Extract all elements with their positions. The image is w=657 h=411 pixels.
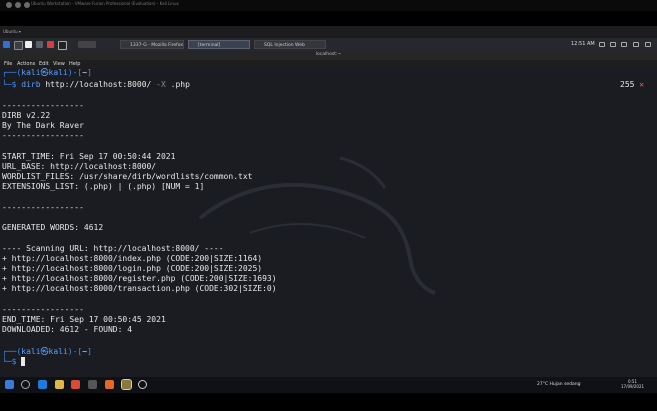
exit-fail-icon: ✕: [639, 80, 645, 89]
edge-icon[interactable]: [38, 380, 47, 389]
zoom-dot-icon[interactable]: [24, 2, 30, 8]
terminal-menu-bar: File Actions Edit View Help: [0, 60, 657, 68]
prompt-user: kali: [21, 347, 41, 356]
vm-window-title: Ubuntu Workstation - VMware Fusion Profe…: [31, 1, 179, 6]
volume-icon[interactable]: [610, 42, 616, 47]
prompt-user: kali: [21, 68, 41, 77]
text-editor-icon[interactable]: [58, 41, 67, 50]
settings-icon[interactable]: [138, 380, 147, 389]
store-icon[interactable]: [88, 380, 97, 389]
terminal-title-bar: localhost:~: [0, 51, 657, 60]
prompt-line-top: ┌──(kali㉿kali)-[~]: [2, 68, 92, 77]
terminal-launcher-icon[interactable]: [36, 41, 43, 48]
prompt-host: kali: [48, 347, 68, 356]
task-label: [terminal]: [198, 43, 221, 48]
prompt-line-top: ┌──(kali㉿kali)-[~]: [2, 347, 92, 356]
menu-actions[interactable]: Actions: [17, 61, 35, 67]
downloaded-summary: DOWNLOADED: 4612 - FOUND: 4: [2, 325, 133, 334]
dirb-version: DIRB v2.22: [2, 111, 51, 120]
windows-taskbar: 27°C Hujan sedang 0:51 17/09/2021: [0, 377, 657, 393]
menu-view[interactable]: View: [53, 61, 65, 67]
taskbar-clock[interactable]: 0:51 17/09/2021: [621, 379, 644, 389]
task-label: 1337-G - Mozilla Firefox: [130, 43, 184, 48]
separator-line: -----------------: [2, 131, 84, 140]
command-flag: -X: [156, 80, 166, 89]
text-cursor: [21, 357, 26, 366]
firefox-launcher-icon[interactable]: [47, 41, 54, 48]
scanning-url: ---- Scanning URL: http://localhost:8000…: [2, 244, 224, 253]
windows-start-icon[interactable]: [5, 380, 14, 389]
prompt-host: kali: [48, 68, 68, 77]
vm-toolbar-label[interactable]: Ubuntu ▾: [3, 29, 21, 34]
terminal-output-area[interactable]: ┌──(kali㉿kali)-[~] └─$ dirb http://local…: [0, 68, 657, 377]
exit-status: 255 ✕: [620, 80, 644, 89]
url-base: URL_BASE: http://localhost:8000/: [2, 162, 157, 171]
result-line: + http://localhost:8000/register.php (CO…: [2, 274, 277, 283]
separator-line: -----------------: [2, 203, 84, 212]
extensions-list: EXTENSIONS_LIST: (.php) | (.php) [NUM = …: [2, 182, 205, 191]
wordlist-files: WORDLIST_FILES: /usr/share/dirb/wordlist…: [2, 172, 253, 181]
weather-widget[interactable]: 27°C Hujan sedang: [537, 382, 581, 387]
exit-code: 255: [620, 80, 635, 89]
panel-clock[interactable]: 12:51 AM: [571, 41, 595, 47]
taskbar-item-terminal[interactable]: [terminal]: [188, 40, 250, 49]
app-icon[interactable]: [105, 380, 114, 389]
network-icon[interactable]: [599, 42, 605, 47]
vm-toolbar: Ubuntu ▾: [0, 26, 657, 38]
result-line: + http://localhost:8000/transaction.php …: [2, 284, 277, 293]
minimize-dot-icon[interactable]: [15, 2, 21, 8]
task-label: SQL Injection Web: [264, 43, 305, 48]
start-time: START_TIME: Fri Sep 17 00:50:44 2021: [2, 152, 176, 161]
command-name: dirb: [21, 80, 41, 89]
dirb-author: By The Dark Raver: [2, 121, 84, 130]
close-dot-icon[interactable]: [6, 2, 12, 8]
host-title-bar: Ubuntu Workstation - VMware Fusion Profe…: [0, 0, 657, 11]
file-manager-icon[interactable]: [25, 41, 32, 48]
letterbox-bottom: [0, 393, 657, 411]
workspace-switcher[interactable]: [78, 41, 96, 48]
command-args: http://localhost:8000/: [45, 80, 152, 89]
command-line[interactable]: └─$: [2, 357, 26, 367]
result-line: + http://localhost:8000/index.php (CODE:…: [2, 254, 263, 263]
generated-words: GENERATED WORDS: 4612: [2, 223, 104, 232]
kali-top-panel: 1337-G - Mozilla Firefox [terminal] SQL …: [0, 38, 657, 52]
menu-file[interactable]: File: [4, 61, 12, 67]
vmware-icon[interactable]: [121, 379, 132, 390]
menu-edit[interactable]: Edit: [39, 61, 49, 67]
search-icon[interactable]: [21, 380, 30, 389]
result-line: + http://localhost:8000/login.php (CODE:…: [2, 264, 263, 273]
command-ext: .php: [170, 80, 190, 89]
show-desktop-icon[interactable]: [14, 41, 23, 50]
folder-icon[interactable]: [55, 380, 64, 389]
lock-icon[interactable]: [633, 42, 639, 47]
chrome-icon[interactable]: [71, 380, 80, 389]
power-icon[interactable]: [645, 42, 651, 47]
notification-icon[interactable]: [621, 42, 627, 47]
separator-line: -----------------: [2, 305, 84, 314]
end-time: END_TIME: Fri Sep 17 00:50:45 2021: [2, 315, 166, 324]
command-line: └─$ dirb http://localhost:8000/ -X .php: [2, 80, 190, 89]
separator-line: -----------------: [2, 101, 84, 110]
taskbar-item-sqli[interactable]: SQL Injection Web: [254, 40, 326, 49]
taskbar-item-firefox[interactable]: 1337-G - Mozilla Firefox: [120, 40, 184, 49]
kali-menu-icon[interactable]: [3, 41, 10, 48]
terminal-window-title: localhost:~: [315, 52, 342, 57]
menu-help[interactable]: Help: [69, 61, 80, 67]
taskbar-date: 17/09/2021: [621, 384, 645, 389]
